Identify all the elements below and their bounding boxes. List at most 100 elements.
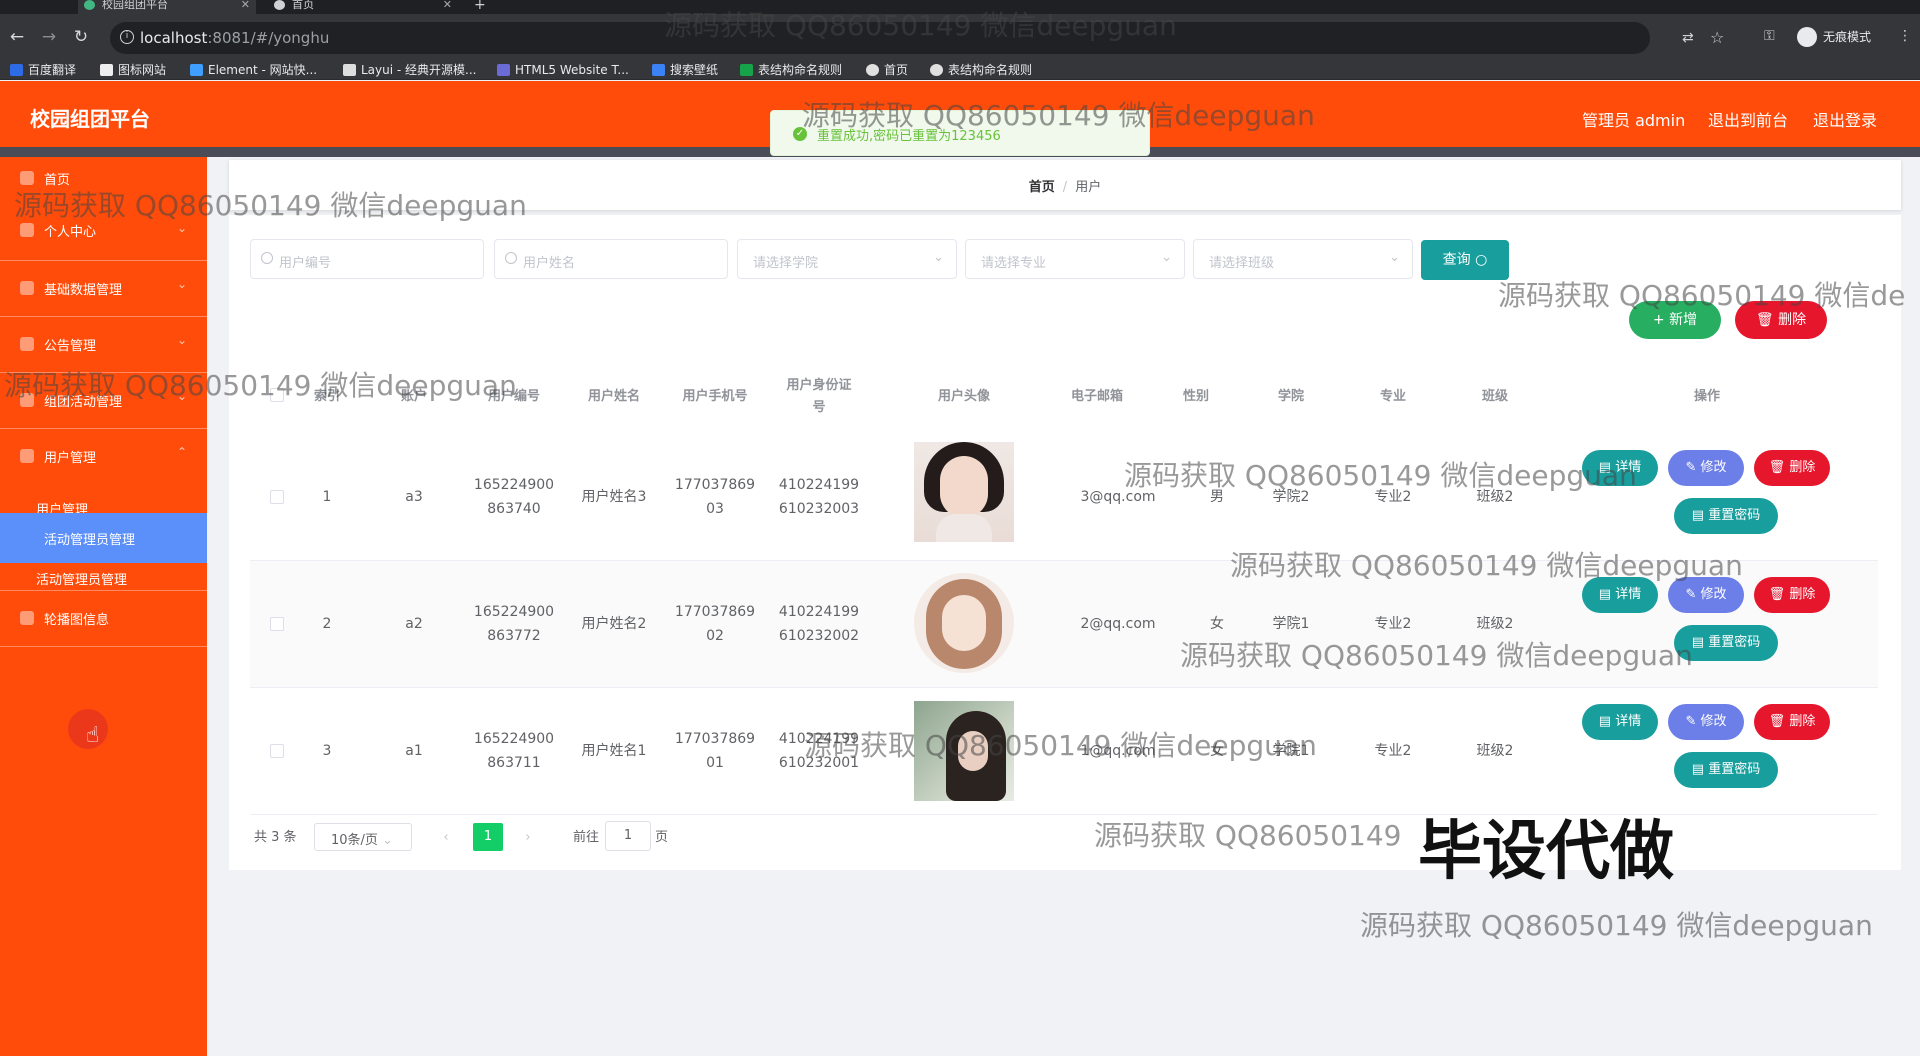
select-all-checkbox[interactable] xyxy=(270,388,284,402)
class-select[interactable]: 请选择班级 ⌄ xyxy=(1193,239,1413,279)
bookmarks-bar: 百度翻译 图标网站 Element - 网站快... Layui - 经典开源模… xyxy=(0,62,1920,80)
add-button[interactable]: + 新增 xyxy=(1629,301,1721,339)
translate-icon[interactable]: ⇄ xyxy=(1682,30,1694,46)
sidebar-item-group-activity[interactable]: 组团活动管理 ⌄ xyxy=(0,373,207,429)
app-title: 校园组团平台 xyxy=(30,107,150,131)
prev-page-button[interactable]: ‹ xyxy=(431,824,461,852)
tab-close-icon[interactable]: ✕ xyxy=(443,0,452,10)
doc-icon: ▤ xyxy=(1598,460,1612,475)
cell-email: 3@qq.com xyxy=(1080,489,1156,505)
bulk-delete-button[interactable]: 🗑 删除 xyxy=(1735,301,1827,339)
bookmark-item[interactable]: 表结构命名规则 xyxy=(930,62,1032,78)
bookmark-icon xyxy=(866,64,879,76)
reload-icon[interactable]: ↻ xyxy=(72,28,90,46)
bookmark-icon xyxy=(343,64,356,76)
cell-index: 2 xyxy=(322,616,332,632)
edit-button[interactable]: ✎ 修改 xyxy=(1668,450,1744,486)
new-tab-button[interactable]: + xyxy=(466,0,490,14)
vue-favicon-icon xyxy=(84,0,95,10)
major-select[interactable]: 请选择专业 ⌄ xyxy=(965,239,1185,279)
breadcrumb-current: 用户 xyxy=(1075,180,1102,195)
incognito-indicator[interactable]: 无痕模式 xyxy=(1795,24,1877,50)
bookmark-item[interactable]: 首页 xyxy=(866,62,908,78)
sidebar-item-base-data[interactable]: 基础数据管理 ⌄ xyxy=(0,261,207,317)
exit-to-frontend-link[interactable]: 退出到前台 xyxy=(1708,107,1788,131)
edit-button[interactable]: ✎ 修改 xyxy=(1668,704,1744,740)
query-button[interactable]: 查询 ○ xyxy=(1421,240,1509,280)
back-icon[interactable]: ← xyxy=(8,28,26,46)
key-icon[interactable]: ⚿ xyxy=(1764,28,1775,44)
cell-major: 专业2 xyxy=(1374,489,1412,505)
sidebar-item-profile[interactable]: 个人中心 ⌄ xyxy=(0,211,207,261)
trash-icon: 🗑 xyxy=(1755,312,1774,328)
cell-gender: 男 xyxy=(1210,489,1224,505)
cell-college: 学院1 xyxy=(1272,743,1310,759)
user-no-input[interactable]: 用户编号 xyxy=(250,239,484,279)
bookmark-icon xyxy=(652,64,665,76)
reset-password-button[interactable]: ▤ 重置密码 xyxy=(1674,498,1778,534)
cell-college: 学院2 xyxy=(1272,489,1310,505)
tab-close-icon[interactable]: ✕ xyxy=(241,0,250,10)
bookmark-item[interactable]: 搜索壁纸 xyxy=(652,62,718,78)
address-bar[interactable]: i localhost:8081/#/yonghu ⇄ ☆ xyxy=(110,22,1724,54)
goto-page-input[interactable]: 1 xyxy=(605,821,651,851)
bookmark-item[interactable]: 百度翻译 xyxy=(10,62,76,78)
delete-button[interactable]: 🗑 删除 xyxy=(1754,450,1830,486)
delete-button[interactable]: 🗑 删除 xyxy=(1754,577,1830,613)
cell-user-name: 用户姓名3 xyxy=(581,489,647,505)
trash-icon: 🗑 xyxy=(1768,714,1786,729)
sidebar-subitem-activity-admins-2[interactable]: 活动管理员管理 xyxy=(0,563,207,591)
bookmark-star-icon[interactable]: ☆ xyxy=(1710,28,1724,47)
edit-button[interactable]: ✎ 修改 xyxy=(1668,577,1744,613)
sidebar-item-carousel[interactable]: 轮播图信息 xyxy=(0,591,207,647)
bookmark-item[interactable]: Layui - 经典开源模... xyxy=(343,62,476,78)
cell-phone: 177037869 01 xyxy=(674,731,756,771)
pencil-icon: ✎ xyxy=(1685,714,1697,729)
cell-index: 3 xyxy=(322,743,332,759)
cell-class: 班级2 xyxy=(1476,616,1514,632)
cell-user-name: 用户姓名2 xyxy=(581,616,647,632)
user-name-input[interactable]: 用户姓名 xyxy=(494,239,728,279)
delete-button[interactable]: 🗑 删除 xyxy=(1754,704,1830,740)
col-ops: 操作 xyxy=(1693,389,1720,404)
row-checkbox[interactable] xyxy=(270,744,284,758)
plus-icon: + xyxy=(1652,312,1665,328)
bookmark-item[interactable]: HTML5 Website T... xyxy=(497,62,629,78)
breadcrumb-home[interactable]: 首页 xyxy=(1029,180,1055,195)
watermark: 源码获取 QQ86050149 微信deepguan xyxy=(1360,909,1873,942)
bookmark-item[interactable]: Element - 网站快... xyxy=(190,62,317,78)
bookmark-item[interactable]: 图标网站 xyxy=(100,62,166,78)
page-size-select[interactable]: 10条/页 ⌄ xyxy=(314,823,412,851)
browser-tab[interactable]: 首页 ✕ xyxy=(268,0,458,14)
pagination-total: 共 3 条 xyxy=(254,830,297,845)
row-checkbox[interactable] xyxy=(270,617,284,631)
detail-button[interactable]: ▤ 详情 xyxy=(1582,704,1658,740)
sidebar-subitem-activity-admins[interactable]: 活动管理员管理 xyxy=(0,513,207,563)
cell-email: 2@qq.com xyxy=(1080,616,1156,632)
browser-tab-active[interactable]: 校园组团平台 ✕ xyxy=(78,0,256,14)
trash-icon: 🗑 xyxy=(1768,587,1786,602)
row-checkbox[interactable] xyxy=(270,490,284,504)
site-info-icon[interactable]: i xyxy=(120,30,134,44)
bookmark-item[interactable]: 表结构命名规则 xyxy=(740,62,842,78)
reset-password-button[interactable]: ▤ 重置密码 xyxy=(1674,752,1778,788)
col-user-name: 用户姓名 xyxy=(587,389,640,404)
page-number-current[interactable]: 1 xyxy=(473,823,503,851)
pencil-icon: ✎ xyxy=(1685,587,1697,602)
bookmark-icon xyxy=(497,64,510,76)
sidebar-item-notice[interactable]: 公告管理 ⌄ xyxy=(0,317,207,373)
forward-icon[interactable]: → xyxy=(40,28,58,46)
reset-password-button[interactable]: ▤ 重置密码 xyxy=(1674,625,1778,661)
page-unit-label: 页 xyxy=(655,830,669,845)
bookmark-icon xyxy=(100,64,113,76)
avatar xyxy=(914,573,1014,673)
sidebar-item-home[interactable]: 首页 xyxy=(0,157,207,211)
logout-link[interactable]: 退出登录 xyxy=(1813,107,1877,131)
chevron-down-icon: ⌄ xyxy=(176,221,187,235)
college-select[interactable]: 请选择学院 ⌄ xyxy=(737,239,957,279)
next-page-button[interactable]: › xyxy=(513,824,543,852)
sidebar-item-user-mgmt[interactable]: 用户管理 ⌃ xyxy=(0,429,207,485)
detail-button[interactable]: ▤ 详情 xyxy=(1582,450,1658,486)
menu-dots-icon[interactable]: ⋮ xyxy=(1898,28,1912,44)
detail-button[interactable]: ▤ 详情 xyxy=(1582,577,1658,613)
